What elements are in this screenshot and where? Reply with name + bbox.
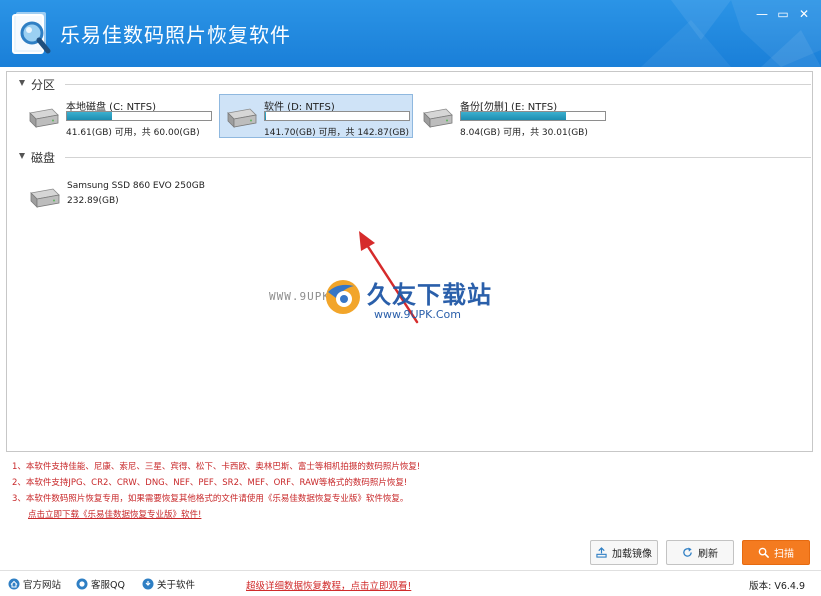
usage-bar-fill [67,112,112,120]
partition-usage: 141.70(GB) 可用，共 142.87(GB) [264,128,410,138]
maximize-button[interactable]: ▭ [773,6,793,22]
hard-drive-icon [227,108,257,128]
refresh-label: 刷新 [698,549,718,560]
scan-button[interactable]: 扫描 [742,540,810,565]
download-pro-link[interactable]: 点击立即下载《乐易佳数据恢复专业版》软件! [28,508,201,520]
load-image-button[interactable]: 加载镜像 [590,540,658,565]
partition-item-e[interactable]: 备份[勿删] (E: NTFS) 8.04(GB) 可用，共 30.01(GB) [415,94,611,138]
watermark: WWW.9UPK.COM 久友下载站 www.9UPK.Com [269,272,509,332]
watermark-name: 久友下载站 [367,281,492,309]
partition-usage: 41.61(GB) 可用，共 60.00(GB) [66,128,200,138]
upload-icon [596,547,607,558]
usage-bar [460,111,606,121]
partition-usage: 8.04(GB) 可用，共 30.01(GB) [460,128,588,138]
drive-list-panel: 分区 本地磁盘 (C: NTFS) 41.61(GB) 可用，共 60.00(G… [6,71,813,452]
usage-bar [66,111,212,121]
partitions-label: 分区 [31,78,56,92]
collapse-triangle-icon[interactable] [19,153,25,159]
note-line-2: 2、本软件支持JPG、CR2、CRW、DNG、NEF、PEF、SR2、MEF、O… [12,478,408,488]
load-image-label: 加载镜像 [612,549,652,560]
app-title: 乐易佳数码照片恢复软件 [60,23,291,47]
qq-icon [76,578,88,590]
app-logo-icon [12,12,51,54]
website-label: 官方网站 [23,580,62,591]
home-icon [8,578,20,590]
refresh-icon [683,547,692,557]
status-bar: 官方网站 客服QQ 关于软件 超级详细数据恢复教程，点击立即观看! 版本: V6… [0,570,821,596]
section-divider [65,84,811,85]
section-divider [65,157,811,158]
scan-label: 扫描 [774,549,794,560]
partition-item-c[interactable]: 本地磁盘 (C: NTFS) 41.61(GB) 可用，共 60.00(GB) [21,94,217,138]
about-label: 关于软件 [157,580,196,591]
watermark-logo-icon [326,280,360,314]
disk-name: Samsung SSD 860 EVO 250GB [67,181,205,191]
disks-label: 磁盘 [31,151,56,165]
search-icon [758,547,769,558]
disk-size: 232.89(GB) [67,196,119,206]
hard-drive-icon [423,108,453,128]
usage-bar [264,111,410,121]
refresh-button[interactable]: 刷新 [666,540,734,565]
usage-bar-fill [461,112,567,120]
minimize-button[interactable]: — [752,6,772,22]
usage-bar-fill [265,112,267,120]
tutorial-link[interactable]: 超级详细数据恢复教程，点击立即观看! [246,578,411,592]
about-link[interactable]: 关于软件 [142,577,195,591]
partition-item-d[interactable]: 软件 (D: NTFS) 141.70(GB) 可用，共 142.87(GB) [219,94,413,138]
note-line-1: 1、本软件支持佳能、尼康、索尼、三星、宾得、松下、卡西欧、奥林巴斯、富士等相机拍… [12,462,421,472]
disks-section-header[interactable]: 磁盘 [15,149,811,165]
partitions-section-header[interactable]: 分区 [15,76,811,92]
note-line-3: 3、本软件数码照片恢复专用，如果需要恢复其他格式的文件请使用《乐易佳数据恢复专业… [12,494,409,504]
info-icon [142,578,154,590]
support-qq-link[interactable]: 客服QQ [76,577,125,591]
website-link[interactable]: 官方网站 [8,577,61,591]
watermark-url: www.9UPK.Com [374,308,461,321]
version-label: 版本: V6.4.9 [749,581,805,592]
title-bar: 乐易佳数码照片恢复软件 — ▭ ✕ [0,0,821,67]
close-button[interactable]: ✕ [794,6,814,22]
support-qq-label: 客服QQ [91,580,125,591]
hard-drive-icon [30,188,60,208]
collapse-triangle-icon[interactable] [19,80,25,86]
disk-item[interactable]: Samsung SSD 860 EVO 250GB 232.89(GB) [25,179,235,215]
hard-drive-icon [29,108,59,128]
